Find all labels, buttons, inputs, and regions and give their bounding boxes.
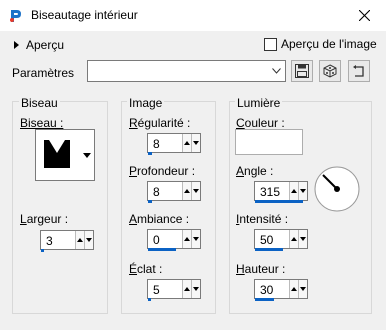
smoothness-label: Régularité : [129,116,191,130]
spin-up-icon[interactable] [182,280,191,298]
ambience-spinner[interactable]: 0 [147,229,201,249]
presets-dropdown[interactable] [87,60,286,82]
spin-up-icon[interactable] [289,230,298,248]
width-label: Largeur : [20,212,69,226]
reset-arrow-icon [353,65,364,77]
paint-brush-app-icon [10,10,21,22]
ambience-value[interactable]: 0 [153,233,160,247]
chevron-down-icon[interactable] [268,61,285,81]
save-preset-button[interactable] [291,60,313,82]
preview-image-label: Aperçu de l'image [281,37,377,51]
presets-label: Paramètres [12,66,75,80]
width-spinner[interactable]: 3 [40,230,94,250]
spin-down-icon[interactable] [191,230,200,248]
angle-dial[interactable] [312,164,362,214]
intensity-slider-bar[interactable] [255,248,283,251]
ambience-label: Ambiance : [129,212,190,226]
smoothness-spinner[interactable]: 8 [147,133,201,153]
shininess-label: Éclat : [129,262,163,276]
bevel-dropdown-arrow[interactable] [80,130,94,180]
intensity-spinner[interactable]: 50 [254,229,308,249]
smoothness-slider-bar[interactable] [148,152,152,155]
depth-spinner[interactable]: 8 [147,181,201,201]
spin-down-icon[interactable] [298,280,307,298]
ambience-slider-bar[interactable] [148,248,176,251]
preview-toggle-label: Aperçu [26,38,65,52]
depth-value[interactable]: 8 [153,185,160,199]
close-button[interactable] [342,0,386,31]
angle-slider-bar[interactable] [255,200,303,203]
intensity-label: Intensité : [236,212,289,226]
dice-icon [323,64,337,78]
elevation-label: Hauteur : [236,262,286,276]
spin-up-icon[interactable] [289,182,298,200]
spin-down-icon[interactable] [298,182,307,200]
elevation-slider-bar[interactable] [255,298,274,301]
elevation-value[interactable]: 30 [260,283,273,297]
spin-up-icon[interactable] [182,230,191,248]
reset-button[interactable] [348,60,370,82]
shininess-spinner[interactable]: 5 [147,279,201,299]
shininess-slider-bar[interactable] [148,298,151,301]
bevel-group-title: Biseau [19,96,60,110]
width-slider-bar[interactable] [41,249,44,252]
elevation-spinner[interactable]: 30 [254,279,308,299]
intensity-value[interactable]: 50 [260,233,273,247]
light-color-swatch[interactable] [235,129,303,155]
image-group-title: Image [127,96,165,110]
close-icon [358,10,370,21]
spin-up-icon[interactable] [182,182,191,200]
depth-label: Profondeur : [129,164,196,178]
preview-image-checkbox[interactable]: Aperçu de l'image [264,37,377,51]
angle-value[interactable]: 315 [260,185,280,199]
randomize-button[interactable] [319,60,341,82]
spin-down-icon[interactable] [191,280,200,298]
light-group-title: Lumière [235,96,283,110]
angle-label: Angle : [236,164,274,178]
floppy-disk-icon [295,64,309,78]
bevel-label: Biseau : [20,116,64,130]
window-title: Biseautage intérieur [31,8,138,22]
color-label: Couleur : [236,116,285,130]
title-bar: Biseautage intérieur [0,0,386,31]
spin-down-icon[interactable] [191,134,200,152]
smoothness-value[interactable]: 8 [153,137,160,151]
spin-up-icon[interactable] [289,280,298,298]
width-value[interactable]: 3 [46,234,53,248]
spin-down-icon[interactable] [84,231,93,249]
preview-toggle[interactable]: Aperçu [14,38,64,52]
expand-arrow-icon [14,41,19,49]
checkbox-box[interactable] [264,37,277,51]
depth-slider-bar[interactable] [148,200,152,203]
bevel-shape-picker[interactable] [35,129,95,181]
spin-down-icon[interactable] [191,182,200,200]
shininess-value[interactable]: 5 [153,283,160,297]
bevel-shape-icon [44,140,70,168]
spin-down-icon[interactable] [298,230,307,248]
spin-up-icon[interactable] [75,231,84,249]
spin-up-icon[interactable] [182,134,191,152]
angle-spinner[interactable]: 315 [254,181,308,201]
chevron-down-icon [83,152,91,158]
